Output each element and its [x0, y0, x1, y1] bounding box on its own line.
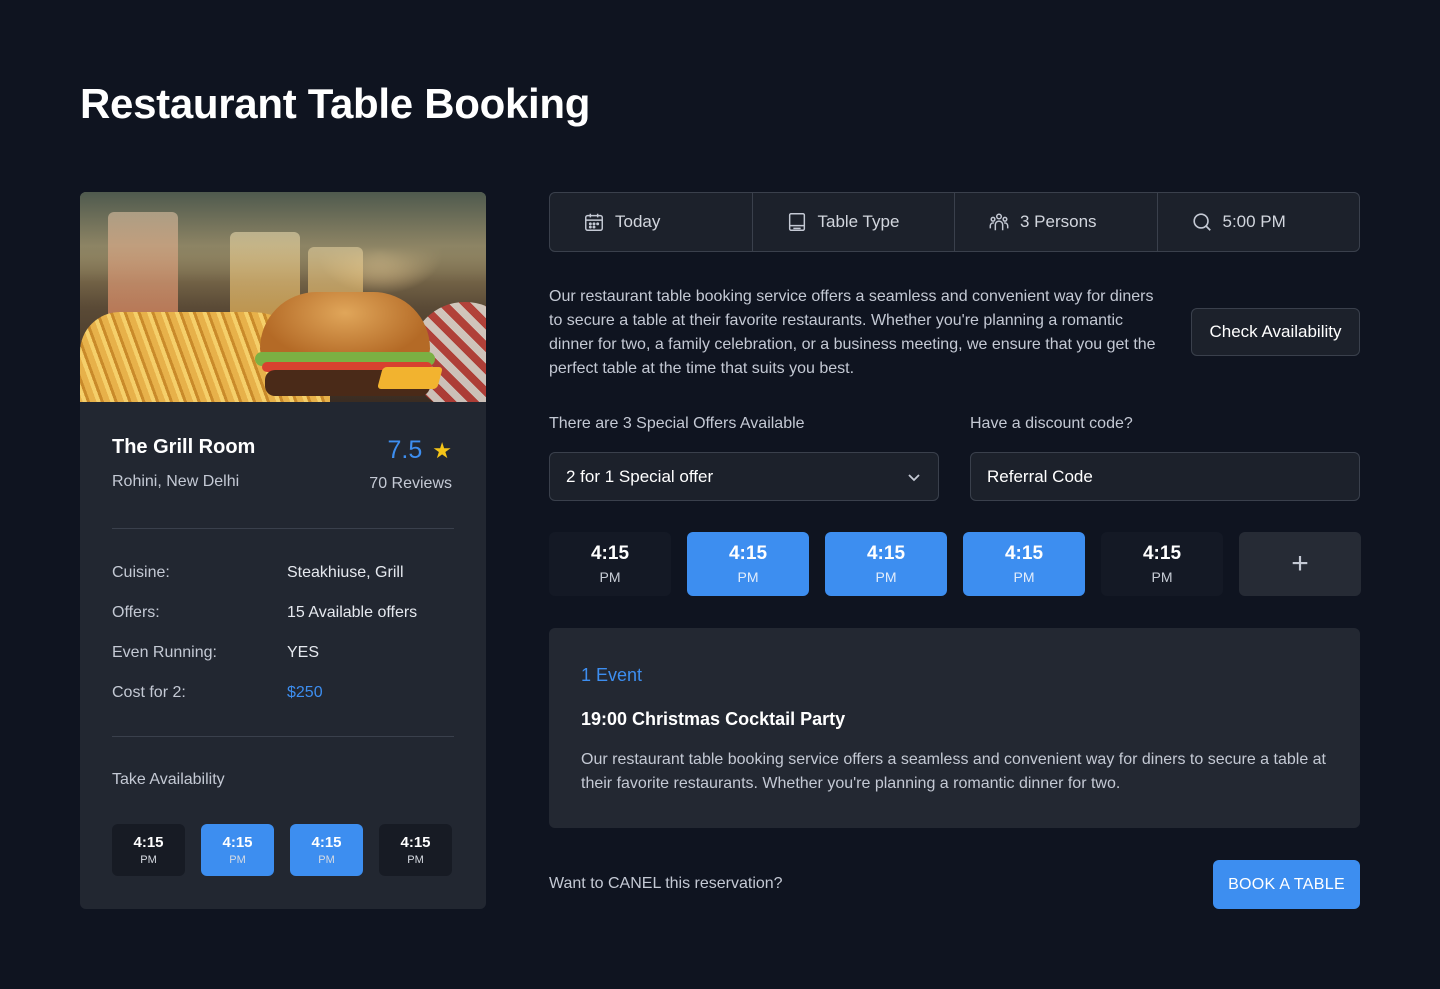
info-row-cost: Cost for 2: $250 — [112, 684, 454, 702]
filter-bar: Today Table Type 3 Persons 5:00 PM — [549, 192, 1360, 252]
info-label: Cost for 2: — [112, 684, 186, 701]
mini-time-slot[interactable]: 4:15 PM — [290, 824, 363, 876]
divider — [112, 528, 454, 529]
info-row-event-running: Even Running: YES — [112, 644, 454, 662]
time-slot[interactable]: 4:15 PM — [687, 532, 809, 596]
slot-time: 4:15 — [133, 834, 164, 851]
slot-time: 4:15 — [1142, 543, 1182, 564]
rating: 7.5 ★ — [388, 436, 453, 465]
info-value: YES — [287, 644, 320, 661]
add-slot-button[interactable]: + — [1239, 532, 1361, 596]
slot-period: PM — [875, 569, 897, 585]
restaurant-name: The Grill Room — [112, 436, 256, 458]
filter-label: 5:00 PM — [1222, 212, 1286, 231]
persons-icon — [989, 213, 1009, 231]
time-slot[interactable]: 4:15 PM — [1101, 532, 1223, 596]
plus-icon: + — [1291, 547, 1309, 580]
filter-label: Table Type — [817, 212, 900, 231]
time-slot[interactable]: 4:15 PM — [963, 532, 1085, 596]
filter-label: 3 Persons — [1020, 212, 1097, 231]
slot-period: PM — [599, 569, 621, 585]
mini-time-slot[interactable]: 4:15 PM — [112, 824, 185, 876]
info-value: Steakhiuse, Grill — [287, 564, 404, 581]
slot-time: 4:15 — [311, 834, 342, 851]
calendar-icon — [585, 213, 603, 231]
mini-time-slot[interactable]: 4:15 PM — [201, 824, 274, 876]
filter-time[interactable]: 5:00 PM — [1158, 193, 1360, 251]
offers-select[interactable]: 2 for 1 Special offer — [549, 452, 939, 501]
restaurant-photo — [80, 192, 486, 402]
time-slot[interactable]: 4:15 PM — [825, 532, 947, 596]
event-card: 1 Event 19:00 Christmas Cocktail Party O… — [549, 628, 1360, 828]
info-value: 15 Available offers — [287, 604, 418, 621]
reviews-count: 70 Reviews — [369, 475, 452, 492]
mini-time-slot[interactable]: 4:15 PM — [379, 824, 452, 876]
slot-period: PM — [1151, 569, 1173, 585]
check-availability-button[interactable]: Check Availability — [1191, 308, 1360, 356]
rating-value: 7.5 — [387, 436, 423, 464]
event-description: Our restaurant table booking service off… — [581, 751, 1326, 792]
slot-time: 4:15 — [590, 543, 630, 564]
event-count: 1 Event — [581, 665, 643, 685]
slot-period: PM — [140, 854, 157, 866]
offers-selected-value: 2 for 1 Special offer — [566, 466, 714, 486]
search-icon — [1192, 213, 1211, 231]
star-icon: ★ — [432, 437, 452, 463]
time-slot[interactable]: 4:15 PM — [549, 532, 671, 596]
cost-value: $250 — [287, 684, 323, 701]
cancel-reservation-link[interactable]: Want to CANEL this reservation? — [549, 875, 783, 893]
availability-label: Take Availability — [112, 771, 225, 788]
info-row-cuisine: Cuisine: Steakhiuse, Grill — [112, 564, 454, 582]
slot-period: PM — [229, 854, 246, 866]
slot-period: PM — [1013, 569, 1035, 585]
slot-period: PM — [318, 854, 335, 866]
divider — [112, 736, 454, 737]
slot-time: 4:15 — [400, 834, 431, 851]
restaurant-card: The Grill Room Rohini, New Delhi 7.5 ★ 7… — [80, 192, 486, 909]
filter-persons[interactable]: 3 Persons — [955, 193, 1158, 251]
slot-period: PM — [737, 569, 759, 585]
filter-label: Today — [615, 212, 661, 231]
time-slots: 4:15 PM 4:15 PM 4:15 PM 4:15 PM 4:15 PM … — [549, 532, 1361, 596]
service-description: Our restaurant table booking service off… — [549, 288, 1156, 377]
info-label: Offers: — [112, 604, 160, 621]
referral-code-input[interactable] — [970, 452, 1360, 501]
filter-date[interactable]: Today — [550, 193, 753, 251]
slot-time: 4:15 — [1004, 543, 1044, 564]
slot-time: 4:15 — [222, 834, 253, 851]
chevron-down-icon — [908, 473, 920, 481]
book-table-button[interactable]: BOOK A TABLE — [1213, 860, 1360, 909]
discount-label: Have a discount code? — [970, 415, 1133, 432]
offers-label: There are 3 Special Offers Available — [549, 415, 805, 432]
info-row-offers: Offers: 15 Available offers — [112, 604, 454, 622]
page-title: Restaurant Table Booking — [80, 80, 591, 127]
filter-table-type[interactable]: Table Type — [753, 193, 955, 251]
slot-period: PM — [407, 854, 424, 866]
table-icon — [788, 213, 805, 231]
info-label: Even Running: — [112, 644, 217, 661]
event-title: 19:00 Christmas Cocktail Party — [581, 709, 846, 729]
slot-time: 4:15 — [728, 543, 768, 564]
info-label: Cuisine: — [112, 564, 170, 581]
restaurant-location: Rohini, New Delhi — [112, 473, 240, 490]
mini-time-slots: 4:15 PM 4:15 PM 4:15 PM 4:15 PM — [112, 824, 452, 876]
slot-time: 4:15 — [866, 543, 906, 564]
